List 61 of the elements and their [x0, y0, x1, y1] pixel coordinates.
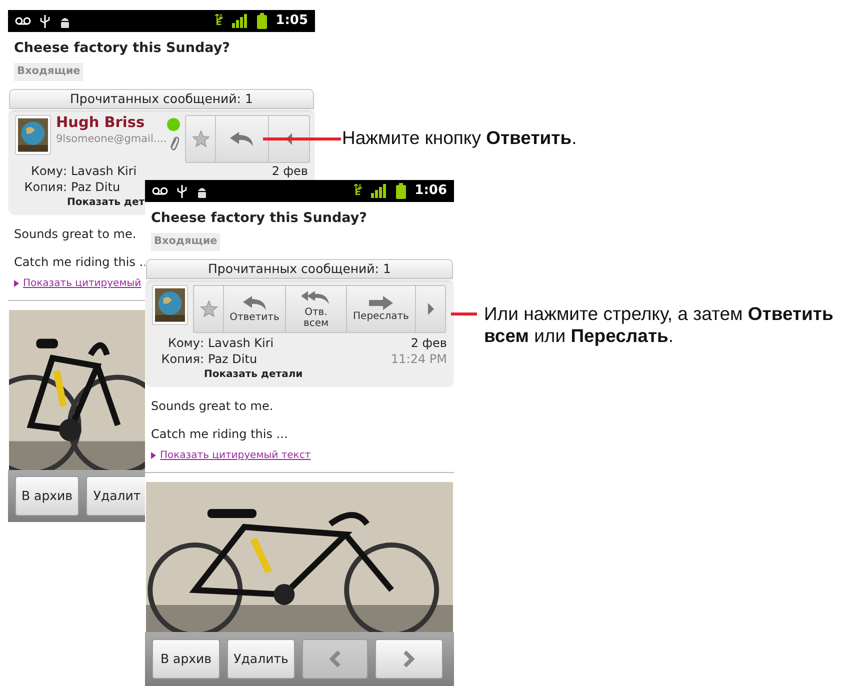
network-type: E — [354, 189, 361, 198]
recipient-label: Кому: — [166, 335, 204, 352]
leader-line — [451, 312, 477, 316]
forward-button[interactable]: Переслать — [347, 286, 416, 332]
show-quoted-text-link[interactable]: Показать цитируемый — [14, 276, 142, 292]
clock: 1:05 — [276, 12, 308, 30]
message-text: Sounds great to me. — [14, 226, 136, 244]
usb-icon — [177, 184, 187, 198]
triangle-icon — [151, 452, 156, 460]
recipient-name: Paz Ditu — [208, 351, 258, 368]
paperclip-icon — [168, 135, 178, 151]
next-button[interactable] — [375, 639, 443, 680]
message-subject: Cheese factory this Sunday? — [150, 209, 368, 228]
voicemail-icon — [15, 16, 31, 26]
recipient-label: Кому: — [30, 163, 67, 180]
recipient-name: Lavash Kiri — [71, 163, 137, 180]
message-time: 11:24 PM — [391, 351, 448, 368]
action-button[interactable]: Удалить — [227, 639, 295, 680]
message-date: 2 фев — [272, 163, 309, 180]
chevron-left-icon — [329, 650, 341, 668]
read-messages-bar[interactable]: Прочитанных сообщений: 1 — [146, 259, 453, 279]
recipient-label: Копия: — [160, 351, 204, 368]
chevron-right-icon — [403, 650, 415, 668]
signal-icon — [232, 14, 248, 28]
clock: 1:06 — [414, 182, 447, 200]
message-text: Catch me riding this ... — [151, 426, 288, 444]
data-arrows-icon — [214, 14, 223, 19]
reply-icon — [228, 130, 256, 148]
message-date: 2 фев — [410, 335, 448, 352]
folder-label: Входящие — [14, 63, 84, 81]
reply-icon — [240, 294, 268, 312]
voicemail-icon — [152, 186, 168, 196]
callout-text: Нажмите кнопку Ответить. — [342, 127, 577, 150]
reply-button[interactable]: Ответить — [224, 286, 286, 332]
reply-all-button[interactable]: Отв. всем — [286, 286, 347, 332]
battery-icon — [396, 183, 406, 199]
show-details-link[interactable]: Показать дет — [67, 195, 145, 210]
battery-icon — [256, 13, 267, 29]
action-button[interactable]: В архив — [15, 476, 79, 516]
callout-text: Или нажмите стрелку, а затем Ответить всем или Переслать. — [484, 303, 834, 348]
arrow-icon — [285, 132, 293, 146]
folder-label: Входящие — [151, 233, 220, 251]
show-details-link[interactable]: Показать детали — [204, 367, 303, 382]
message-text: Sounds great to me. — [151, 398, 274, 416]
more-icon — [426, 302, 434, 316]
network-type: E — [216, 19, 222, 28]
usb-icon — [40, 14, 50, 28]
sender-name: Hugh Briss — [56, 115, 146, 132]
recipient-name: Paz Ditu — [71, 179, 120, 196]
show-quoted-text-link[interactable]: Показать цитируемый текст — [151, 448, 311, 464]
read-messages-bar[interactable]: Прочитанных сообщений: 1 — [9, 89, 314, 109]
signal-icon — [370, 184, 387, 198]
data-arrows-icon — [354, 184, 362, 189]
action-button[interactable]: В архив — [152, 639, 220, 680]
message-subject: Cheese factory this Sunday? — [13, 39, 231, 58]
forward-icon — [367, 295, 395, 312]
reply-all-icon — [300, 288, 332, 306]
recipient-name: Lavash Kiri — [208, 335, 274, 352]
recipient-label: Копия: — [23, 179, 67, 196]
triangle-icon — [14, 280, 19, 288]
action-button[interactable]: Удалит — [86, 476, 148, 516]
